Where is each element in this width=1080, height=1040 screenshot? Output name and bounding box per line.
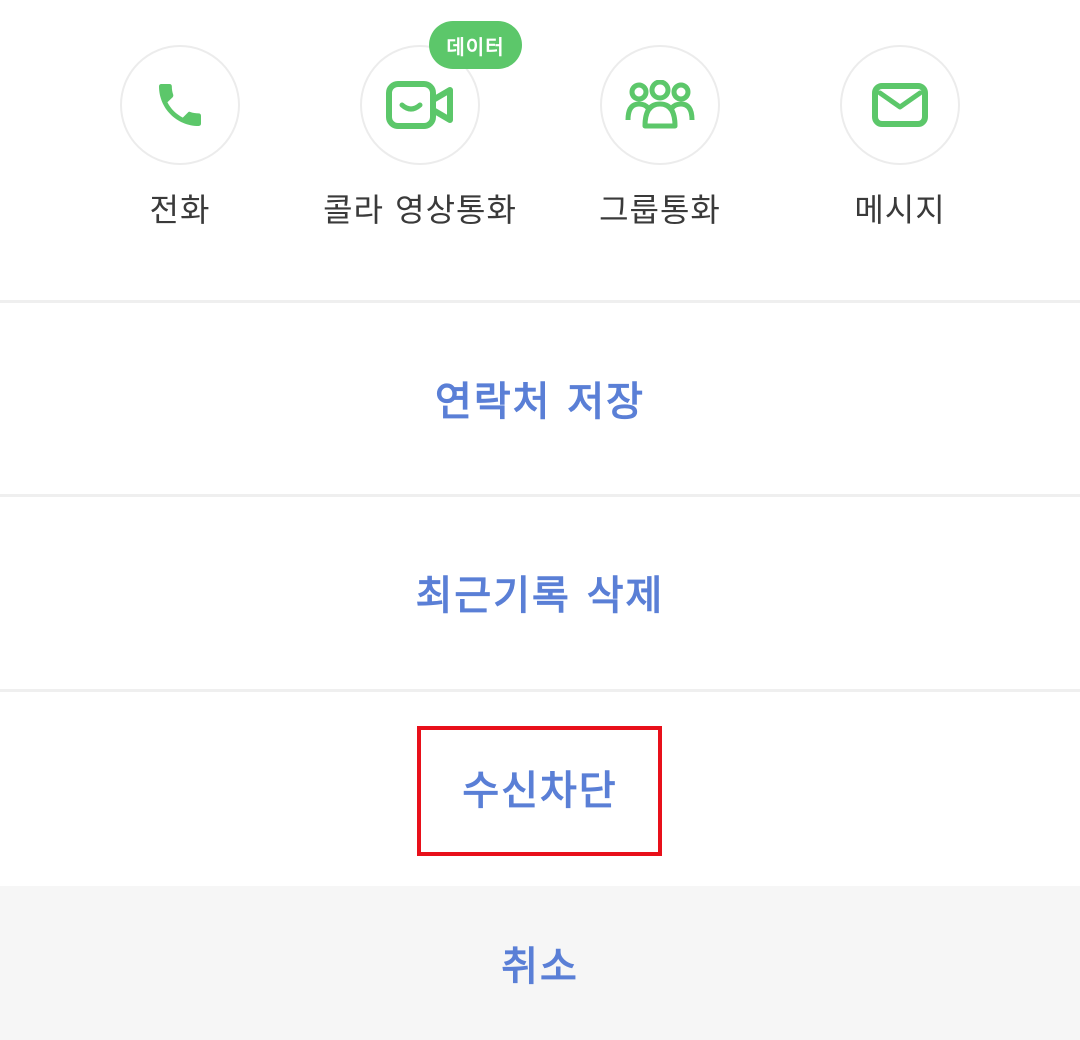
action-sheet: 전화 콜라 영상통화 데이터 그룹통화 메시지 연락처 저장 최근기록 삭제 수…	[0, 0, 1080, 1040]
save-contact-button[interactable]: 연락처 저장	[0, 303, 1080, 493]
group-call-button[interactable]: 그룹통화	[540, 45, 780, 245]
group-call-label: 그룹통화	[599, 191, 721, 229]
data-badge: 데이터	[429, 21, 522, 69]
quick-action-row: 전화 콜라 영상통화 데이터 그룹통화 메시지	[0, 0, 1080, 300]
phone-icon	[159, 84, 201, 126]
phone-call-label: 전화	[149, 191, 211, 229]
message-button[interactable]: 메시지	[780, 45, 1020, 245]
message-label: 메시지	[854, 191, 946, 229]
phone-icon-circle	[120, 45, 240, 165]
video-call-label: 콜라 영상통화	[323, 191, 517, 229]
group-icon	[625, 80, 695, 129]
phone-call-button[interactable]: 전화	[60, 45, 300, 245]
group-icon-circle	[600, 45, 720, 165]
message-icon-circle	[840, 45, 960, 165]
video-call-icon	[386, 81, 453, 129]
cancel-button[interactable]: 취소	[0, 886, 1080, 1040]
message-icon	[872, 83, 928, 127]
video-call-button[interactable]: 콜라 영상통화	[300, 45, 540, 245]
block-calls-button[interactable]: 수신차단	[0, 692, 1080, 882]
delete-recent-button[interactable]: 최근기록 삭제	[0, 497, 1080, 687]
